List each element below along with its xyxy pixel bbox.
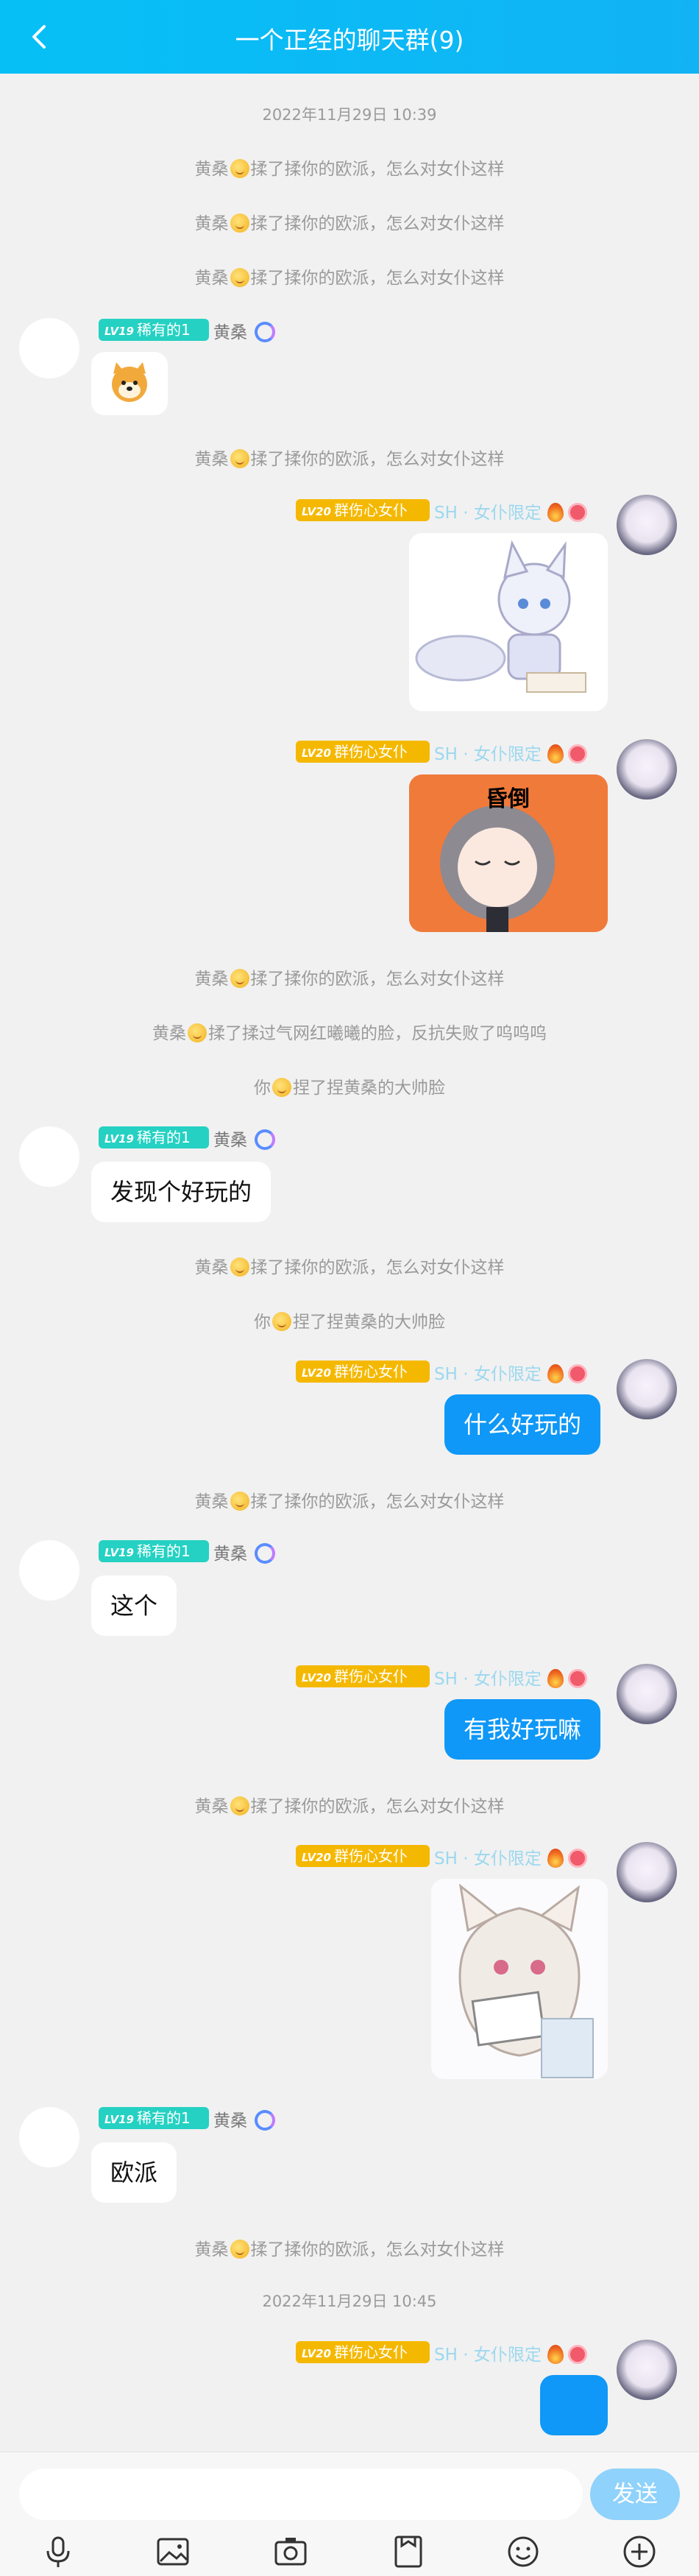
avatar[interactable] — [617, 2340, 677, 2400]
sender-name: 黄桑 — [213, 1539, 275, 1564]
swirl-icon — [255, 2110, 275, 2131]
level-badge: LV19 稀有的1 — [99, 1126, 209, 1148]
emoji-icon — [230, 969, 249, 988]
cat-girl-image — [431, 1879, 608, 2079]
system-message: 黄桑 揉了揉你的欧派，怎么对女仆这样 — [194, 449, 505, 469]
input-bar: 发送 — [0, 2452, 699, 2576]
badge-icon — [567, 1364, 587, 1383]
system-message: 黄桑 揉了揉你的欧派，怎么对女仆这样 — [194, 1492, 505, 1511]
emoji-picker-icon[interactable] — [505, 2533, 542, 2570]
emoji-icon — [230, 159, 249, 178]
image-message[interactable] — [409, 533, 608, 711]
file-icon[interactable] — [390, 2533, 427, 2570]
emoji-icon — [272, 1312, 291, 1331]
message-bubble[interactable]: 欧派 — [91, 2142, 177, 2203]
plus-icon[interactable] — [621, 2533, 658, 2570]
system-message: 黄桑 揉了揉你的欧派，怎么对女仆这样 — [194, 2240, 505, 2259]
avatar[interactable] — [617, 739, 677, 800]
dog-emoji-icon — [112, 362, 147, 402]
system-message: 黄桑 揉了揉你的欧派，怎么对女仆这样 — [194, 1257, 505, 1277]
emoji-icon — [188, 1023, 207, 1042]
avatar[interactable] — [19, 1540, 79, 1601]
emoji-icon — [230, 1257, 249, 1277]
sticker-message[interactable] — [91, 352, 168, 415]
voice-icon[interactable] — [40, 2533, 77, 2570]
swirl-icon — [255, 1129, 275, 1150]
emoji-icon — [230, 2240, 249, 2259]
camera-icon[interactable] — [272, 2533, 309, 2570]
sender-name: 黄桑 — [213, 2106, 275, 2131]
badge-icon — [567, 744, 587, 763]
message-bubble[interactable]: 这个 — [91, 1575, 177, 1636]
system-message: 黄桑 揉了揉过气网红曦曦的脸，反抗失败了呜呜呜 — [152, 1023, 547, 1043]
emoji-icon — [230, 1492, 249, 1511]
avatar[interactable] — [617, 1842, 677, 1902]
emoji-icon — [272, 1078, 291, 1097]
image-icon[interactable] — [155, 2533, 191, 2570]
sender-name: SH · 女仆限定 — [434, 1665, 587, 1690]
level-badge: LV20 群伤心女仆 — [296, 741, 430, 763]
message-bubble[interactable]: 什么好玩的 — [444, 1394, 601, 1455]
badge-icon — [567, 1849, 587, 1868]
message-input[interactable] — [19, 2469, 583, 2520]
sender-name: 黄桑 — [213, 1126, 275, 1151]
badge-icon — [567, 1669, 587, 1688]
fire-icon — [547, 744, 564, 763]
fire-icon — [547, 1669, 564, 1688]
sender-name: SH · 女仆限定 — [434, 1360, 587, 1385]
system-message: 你捏了捏黄桑的大帅脸 — [254, 1078, 445, 1098]
sender-name: SH · 女仆限定 — [434, 498, 587, 523]
swirl-icon — [255, 322, 275, 342]
emoji-icon — [230, 214, 249, 233]
emoji-icon — [230, 449, 249, 468]
system-message: 黄桑 揉了揉你的欧派，怎么对女仆这样 — [194, 214, 505, 233]
level-badge: LV20 群伤心女仆 — [296, 499, 430, 521]
avatar[interactable] — [617, 1359, 677, 1419]
timestamp: 2022年11月29日 10:39 — [262, 106, 437, 124]
fire-icon — [547, 1849, 564, 1868]
badge-icon — [567, 503, 587, 522]
avatar[interactable] — [617, 1664, 677, 1724]
badge-icon — [567, 2345, 587, 2364]
level-badge: LV20 群伤心女仆 — [296, 1845, 430, 1867]
level-badge: LV19 稀有的1 — [99, 1540, 209, 1562]
image-message[interactable]: 昏倒 — [409, 774, 608, 932]
emoji-icon — [230, 268, 249, 287]
system-message: 黄桑 揉了揉你的欧派，怎么对女仆这样 — [194, 159, 505, 179]
message-bubble[interactable]: 发现个好玩的 — [91, 1162, 272, 1222]
top-bar: 一个正经的聊天群(9) — [0, 0, 699, 74]
fire-icon — [547, 503, 564, 522]
avatar[interactable] — [19, 1126, 79, 1187]
fire-icon — [547, 2345, 564, 2364]
level-badge: LV19 稀有的1 — [99, 2107, 209, 2129]
image-message[interactable] — [431, 1879, 608, 2079]
level-badge: LV19 稀有的1 — [99, 319, 209, 341]
swirl-icon — [255, 1543, 275, 1564]
send-button[interactable]: 发送 — [590, 2469, 680, 2520]
avatar[interactable] — [19, 318, 79, 378]
sender-name: SH · 女仆限定 — [434, 2340, 587, 2365]
emoji-icon — [230, 1796, 249, 1815]
avatar[interactable] — [19, 2107, 79, 2167]
fox-girl-image — [409, 533, 608, 711]
system-message: 黄桑 揉了揉你的欧派，怎么对女仆这样 — [194, 969, 505, 989]
sender-name: 黄桑 — [213, 318, 275, 343]
level-badge: LV20 群伤心女仆 — [296, 1665, 430, 1687]
timestamp: 2022年11月29日 10:45 — [262, 2293, 437, 2310]
system-message: 你捏了捏黄桑的大帅脸 — [254, 1312, 445, 1332]
sender-name: SH · 女仆限定 — [434, 1844, 587, 1869]
fire-icon — [547, 1364, 564, 1383]
system-message: 黄桑 揉了揉你的欧派，怎么对女仆这样 — [194, 268, 505, 288]
level-badge: LV20 群伤心女仆 — [296, 1361, 430, 1383]
message-bubble[interactable]: 有我好玩嘛 — [444, 1699, 601, 1760]
level-badge: LV20 群伤心女仆 — [296, 2341, 430, 2363]
system-message: 黄桑 揉了揉你的欧派，怎么对女仆这样 — [194, 1796, 505, 1816]
sender-name: SH · 女仆限定 — [434, 740, 587, 765]
avatar[interactable] — [617, 495, 677, 555]
sticker-caption: 昏倒 — [486, 786, 530, 812]
chat-title: 一个正经的聊天群(9) — [235, 26, 464, 54]
message-bubble[interactable] — [540, 2375, 608, 2435]
